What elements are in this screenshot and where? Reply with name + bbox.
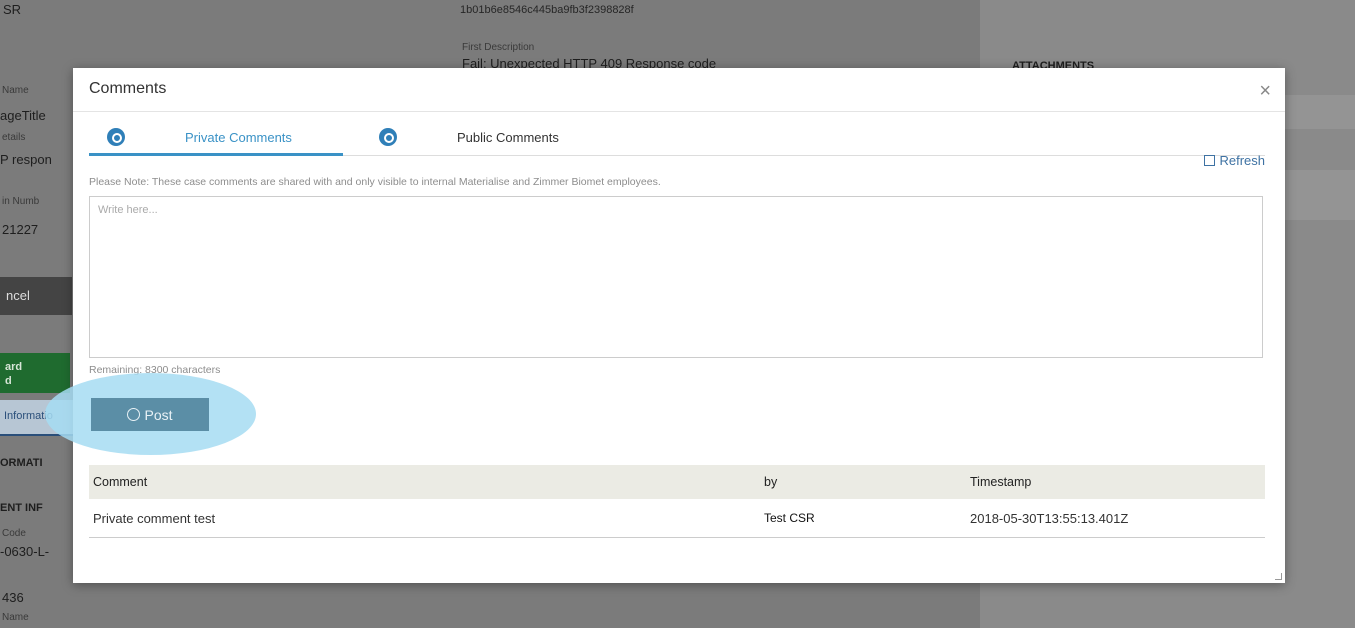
- bg-text: in Numb: [2, 196, 40, 207]
- comments-modal: Comments × Private Comments Public Comme…: [45, 68, 1285, 583]
- table-row: Private comment test Test CSR 2018-05-30…: [89, 499, 1265, 538]
- column-header-by: by: [760, 465, 966, 499]
- bg-text: ENT INF: [0, 502, 43, 514]
- comment-textarea[interactable]: [89, 196, 1263, 358]
- visibility-note: Please Note: These case comments are sha…: [89, 176, 661, 188]
- private-comments-icon: [107, 128, 125, 146]
- tab-label: Public Comments: [457, 130, 559, 145]
- refresh-label: Refresh: [1219, 153, 1265, 168]
- close-icon[interactable]: ×: [1259, 80, 1271, 103]
- comment-cell: Private comment test: [89, 499, 760, 538]
- column-header-comment: Comment: [89, 465, 760, 499]
- bg-badge-line: d: [5, 375, 12, 387]
- column-header-timestamp: Timestamp: [966, 465, 1265, 499]
- refresh-icon: [1204, 155, 1216, 166]
- comments-table: Comment by Timestamp Private comment tes…: [89, 465, 1265, 538]
- bg-status-badge: ard d: [0, 353, 70, 393]
- bg-text: Name: [2, 85, 29, 96]
- bg-text: First Description: [462, 42, 535, 53]
- bg-text: Code: [2, 528, 26, 539]
- bg-text: ORMATI: [0, 457, 43, 469]
- post-button[interactable]: Post: [91, 398, 209, 431]
- bg-text: ageTitle: [0, 108, 46, 123]
- refresh-button[interactable]: Refresh: [1204, 153, 1265, 168]
- post-label: Post: [144, 406, 173, 423]
- bg-text: -0630-L-: [0, 544, 50, 559]
- bg-text: etails: [2, 132, 26, 143]
- bg-text: SR: [3, 2, 22, 17]
- tab-label: Private Comments: [185, 130, 292, 145]
- comment-tabs: Private Comments Public Comments: [89, 123, 1265, 156]
- bg-cancel-button: ncel: [0, 277, 72, 315]
- timestamp-cell: 2018-05-30T13:55:13.401Z: [966, 499, 1265, 538]
- author-cell: Test CSR: [760, 499, 966, 538]
- bg-text: 21227: [2, 222, 39, 237]
- table-header-row: Comment by Timestamp: [89, 465, 1265, 499]
- divider: [73, 111, 1285, 112]
- tab-public-comments[interactable]: Public Comments: [361, 123, 621, 155]
- bg-text: 1b01b6e8546c445ba9fb3f2398828f: [460, 4, 634, 16]
- bg-badge-line: ard: [5, 361, 23, 373]
- bg-text: Name: [2, 612, 29, 623]
- resize-handle[interactable]: [1275, 573, 1282, 580]
- bg-text: 436: [2, 590, 24, 605]
- tab-private-comments[interactable]: Private Comments: [89, 123, 343, 156]
- bg-text: P respon: [0, 152, 52, 167]
- public-comments-icon: [379, 128, 397, 146]
- comment-icon: [127, 407, 141, 421]
- bg-cancel-label: ncel: [6, 288, 30, 303]
- modal-title: Comments: [89, 80, 167, 97]
